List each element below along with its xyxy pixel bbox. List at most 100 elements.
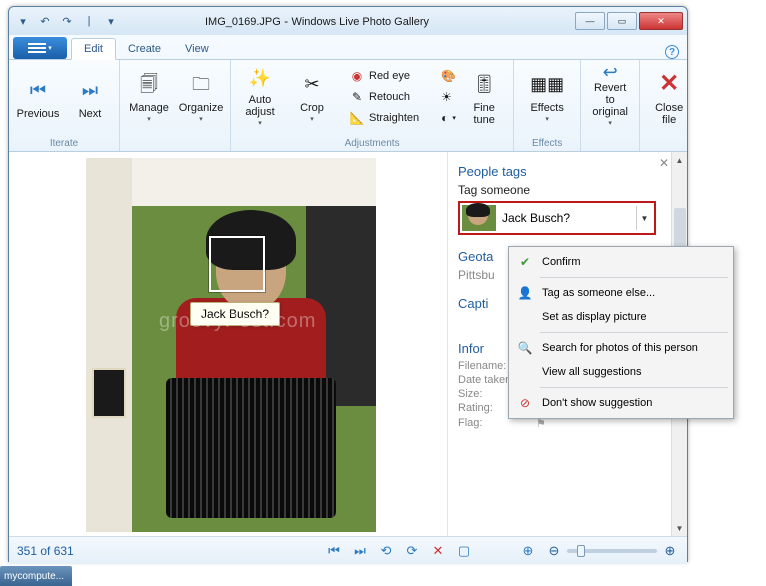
wand-icon: ✨: [246, 66, 274, 90]
group-label: [609, 136, 612, 149]
ribbon-tabs: ▾ Edit Create View ?: [9, 35, 687, 59]
group-manage: 🗐Manage▾ 🗀Organize▾: [120, 60, 231, 151]
crop-icon: ✂: [298, 70, 326, 98]
group-close: ✕Close file: [640, 60, 698, 151]
folder-icon: 🗀: [187, 70, 215, 98]
color-button[interactable]: 🎨: [437, 66, 451, 86]
minimize-button[interactable]: —: [575, 12, 605, 30]
check-icon: ✔: [516, 253, 534, 271]
scroll-down-icon[interactable]: ▼: [672, 520, 687, 536]
window-controls: — ▭ ✕: [573, 12, 683, 30]
scroll-up-icon[interactable]: ▲: [672, 152, 687, 168]
menu-confirm[interactable]: ✔Confirm: [512, 250, 730, 274]
undo-icon[interactable]: ↶: [35, 11, 55, 31]
face-tag-tooltip[interactable]: Jack Busch?: [190, 302, 280, 326]
fine-tune-button[interactable]: 🎚Fine tune: [461, 64, 507, 132]
first-icon[interactable]: ⏮: [325, 542, 343, 560]
statusbar: 351 of 631 ⏮ ⏭ ⟲ ⟳ ✕ ▢ ⊕ ⊖ ⊕: [9, 536, 687, 564]
rotate-right-icon[interactable]: ⟳: [403, 542, 421, 560]
close-file-button[interactable]: ✕Close file: [646, 64, 692, 132]
sliders-icon: 🎚: [470, 70, 498, 98]
retouch-button[interactable]: ✎Retouch: [345, 87, 423, 107]
sun-icon: ☀: [441, 89, 452, 105]
redo-icon[interactable]: ↷: [57, 11, 77, 31]
tab-create[interactable]: Create: [116, 39, 173, 59]
menu-tag-else[interactable]: 👤Tag as someone else...: [512, 281, 730, 305]
tag-name-label: Jack Busch?: [502, 211, 636, 225]
palette-icon: 🎨: [441, 68, 456, 84]
qat-menu-icon[interactable]: ▾: [13, 11, 33, 31]
menu-view-all[interactable]: View all suggestions: [512, 360, 730, 384]
last-icon[interactable]: ⏭: [351, 542, 369, 560]
skip-forward-icon: ⏭: [76, 76, 104, 104]
brush-icon: ✎: [349, 89, 365, 105]
auto-adjust-button[interactable]: ✨Auto adjust▾: [237, 64, 283, 132]
zoom-in-icon[interactable]: ⊕: [661, 542, 679, 560]
tab-view[interactable]: View: [173, 39, 221, 59]
fit-icon[interactable]: ⊕: [519, 542, 537, 560]
photo-viewport: Jack Busch? groovyPost.com: [9, 152, 447, 536]
x-icon: ✕: [655, 70, 683, 98]
ribbon-body: ⏮Previous ⏭Next Iterate 🗐Manage▾ 🗀Organi…: [9, 59, 687, 151]
person-tag-suggestion[interactable]: Jack Busch? ▼: [458, 201, 656, 235]
contrast-button[interactable]: ◐▾: [437, 108, 451, 128]
titlebar: ▾ ↶ ↷ | ▾ IMG_0169.JPG - Windows Live Ph…: [9, 7, 687, 35]
skip-back-icon: ⏮: [24, 76, 52, 104]
revert-icon: ↩: [596, 66, 624, 78]
menu-set-display[interactable]: Set as display picture: [512, 305, 730, 329]
group-adjustments: ✨Auto adjust▾ ✂Crop▾ ◉Red eye ✎Retouch 📐…: [231, 60, 514, 151]
help-icon[interactable]: ?: [665, 45, 679, 59]
group-label: Adjustments: [345, 136, 400, 149]
menu-separator: [540, 332, 728, 333]
face-detection-box[interactable]: [209, 236, 265, 292]
zoom-knob[interactable]: [577, 545, 585, 557]
group-label: [174, 136, 177, 149]
delete-icon[interactable]: ✕: [429, 542, 447, 560]
tab-edit[interactable]: Edit: [71, 38, 116, 60]
previous-button[interactable]: ⏮Previous: [15, 64, 61, 132]
adjust-extra-buttons: 🎨 ☀ ◐▾: [433, 64, 455, 132]
copy-icon: 🗐: [135, 70, 163, 98]
revert-button[interactable]: ↩Revert to original▾: [587, 64, 633, 132]
menu-search[interactable]: 🔍Search for photos of this person: [512, 336, 730, 360]
straighten-button[interactable]: 📐Straighten: [345, 108, 423, 128]
maximize-button[interactable]: ▭: [607, 12, 637, 30]
person-icon: 👤: [516, 284, 534, 302]
panel-close-icon[interactable]: ✕: [659, 156, 669, 170]
people-tags-heading: People tags: [458, 164, 679, 179]
red-eye-button[interactable]: ◉Red eye: [345, 66, 423, 86]
tag-dropdown-button[interactable]: ▼: [636, 206, 652, 230]
group-iterate: ⏮Previous ⏭Next Iterate: [9, 60, 120, 151]
tag-someone-link[interactable]: Tag someone: [458, 183, 679, 197]
slideshow-icon[interactable]: ▢: [455, 542, 473, 560]
adjust-small-buttons: ◉Red eye ✎Retouch 📐Straighten: [341, 64, 427, 132]
window-title: IMG_0169.JPG - Windows Live Photo Galler…: [121, 14, 573, 28]
manage-button[interactable]: 🗐Manage▾: [126, 64, 172, 132]
group-label: Effects: [532, 136, 562, 149]
next-button[interactable]: ⏭Next: [67, 64, 113, 132]
exposure-button[interactable]: ☀: [437, 87, 451, 107]
zoom-out-icon[interactable]: ⊖: [545, 542, 563, 560]
scroll-thumb[interactable]: [674, 208, 686, 248]
effects-button[interactable]: ▦▦Effects▾: [520, 64, 574, 132]
taskbar-button[interactable]: mycompute...: [0, 566, 72, 586]
menu-separator: [540, 387, 728, 388]
quick-access-toolbar: ▾ ↶ ↷ | ▾: [13, 11, 121, 31]
ruler-icon: 📐: [349, 110, 365, 126]
close-button[interactable]: ✕: [639, 12, 683, 30]
search-icon: 🔍: [516, 339, 534, 357]
tag-context-menu: ✔Confirm 👤Tag as someone else... Set as …: [508, 246, 734, 419]
cancel-icon: ⊘: [516, 394, 534, 412]
contrast-icon: ◐: [441, 110, 448, 126]
effects-icon: ▦▦: [533, 70, 561, 98]
app-menu-button[interactable]: ▾: [13, 37, 67, 59]
organize-button[interactable]: 🗀Organize▾: [178, 64, 224, 132]
group-revert: ↩Revert to original▾: [581, 60, 640, 151]
zoom-slider[interactable]: [567, 549, 657, 553]
item-counter: 351 of 631: [17, 544, 74, 558]
qat-dropdown-icon[interactable]: ▾: [101, 11, 121, 31]
eye-icon: ◉: [349, 68, 365, 84]
menu-dont-show[interactable]: ⊘Don't show suggestion: [512, 391, 730, 415]
rotate-left-icon[interactable]: ⟲: [377, 542, 395, 560]
crop-button[interactable]: ✂Crop▾: [289, 64, 335, 132]
